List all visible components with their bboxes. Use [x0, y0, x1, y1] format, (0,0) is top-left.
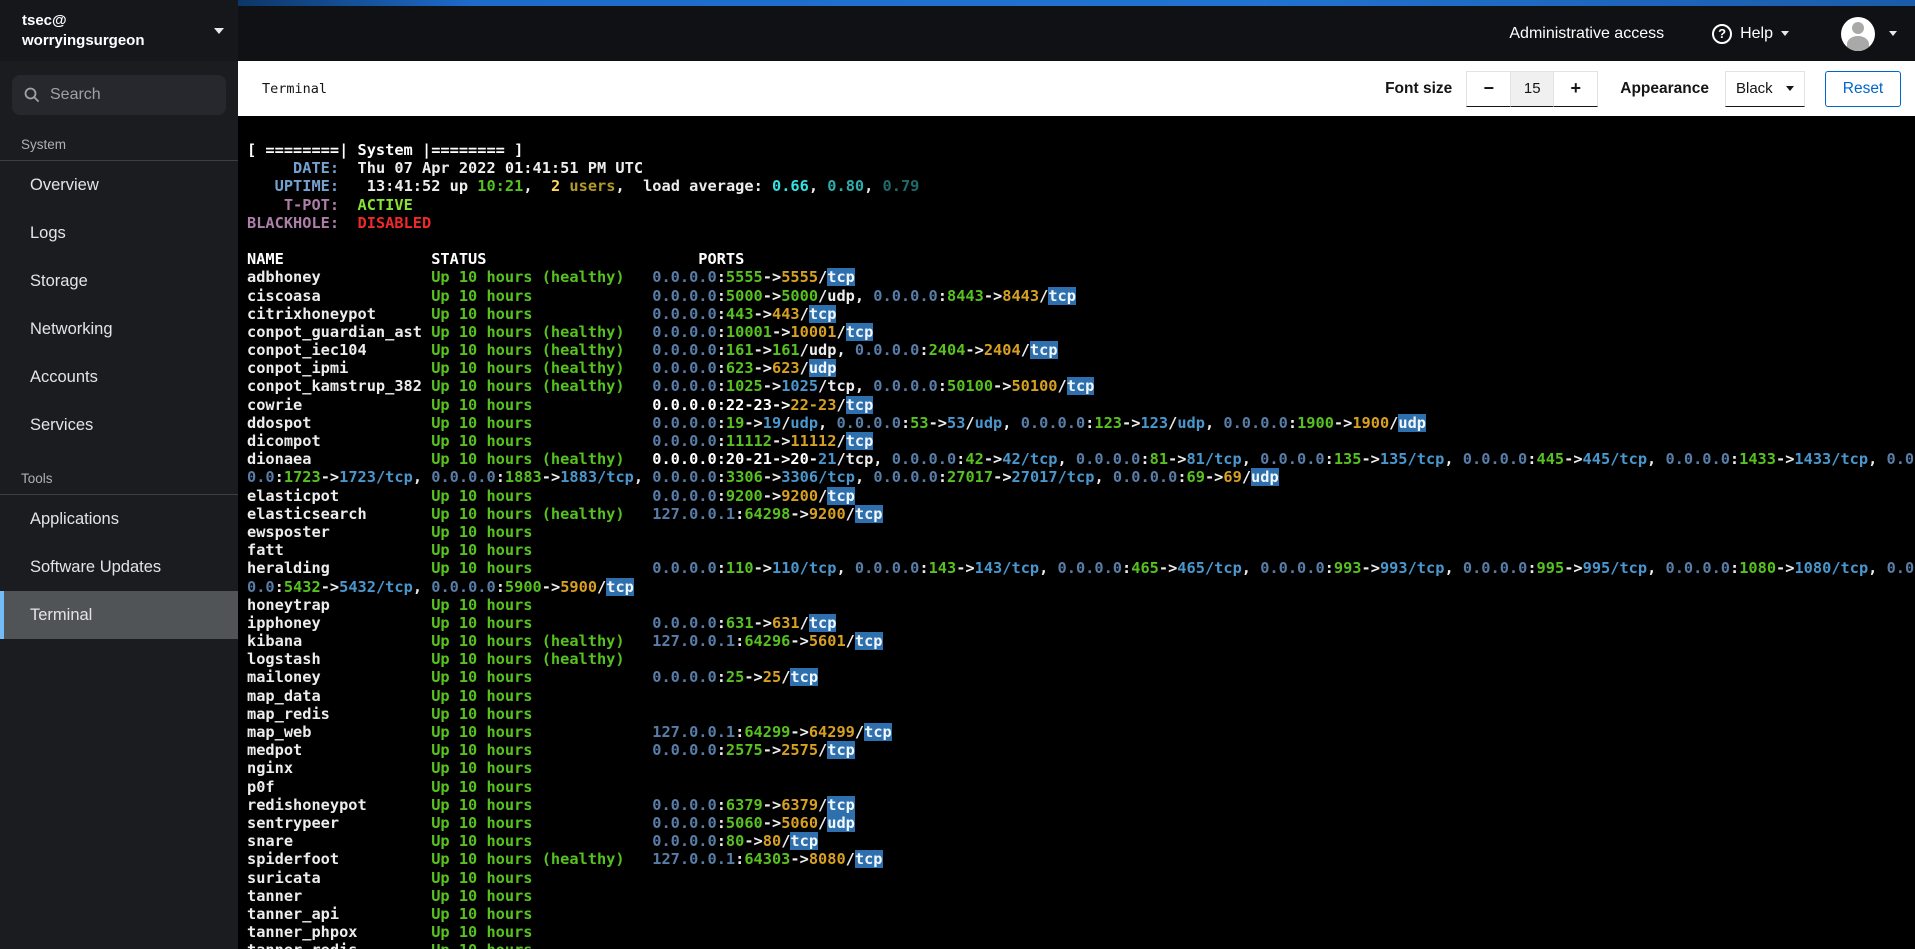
- terminal-row: mailoney Up 10 hours 0.0.0.0:25->25/tcp: [247, 668, 819, 687]
- terminal-row: ewsposter Up 10 hours: [247, 522, 653, 541]
- chevron-down-icon: [1781, 31, 1789, 36]
- search-input[interactable]: [50, 86, 200, 104]
- terminal-row: elasticsearch Up 10 hours (healthy) 127.…: [247, 504, 883, 523]
- terminal-row: ciscoasa Up 10 hours 0.0.0.0:5000->5000/…: [247, 286, 1076, 305]
- terminal-row: ddospot Up 10 hours 0.0.0.0:19->19/udp, …: [247, 413, 1427, 432]
- terminal-row: adbhoney Up 10 hours (healthy) 0.0.0.0:5…: [247, 268, 855, 287]
- terminal-info-line: UPTIME: 13:41:52 up 10:21, 2 users, load…: [247, 177, 920, 196]
- sidebar-item-logs[interactable]: Logs: [0, 209, 238, 257]
- app-root: tsec@ worryingsurgeon System OverviewLogs…: [0, 0, 1915, 949]
- sidebar-item-terminal[interactable]: Terminal: [0, 591, 238, 639]
- sidebar-item-storage[interactable]: Storage: [0, 257, 238, 305]
- terminal-row: conpot_guardian_ast Up 10 hours (healthy…: [247, 322, 874, 341]
- sidebar: tsec@ worryingsurgeon System OverviewLogs…: [0, 0, 238, 949]
- nav-section-system: System Overview Logs Storage Networking Accou…: [0, 137, 238, 449]
- terminal-info-line: T-POT: ACTIVE: [247, 195, 413, 214]
- host-name: worryingsurgeon: [22, 31, 145, 49]
- terminal-row: tanner_phpox Up 10 hours: [247, 923, 653, 942]
- session-menu[interactable]: [1841, 16, 1897, 51]
- terminal-row: kibana Up 10 hours (healthy) 127.0.0.1:6…: [247, 632, 883, 651]
- terminal-toolbar: Terminal Font size − 15 + Appearance Bla…: [238, 61, 1915, 116]
- terminal-row: tanner Up 10 hours: [247, 886, 653, 905]
- terminal-row: citrixhoneypot Up 10 hours 0.0.0.0:443->…: [247, 304, 837, 323]
- terminal-screen[interactable]: [ ========| System |======== ] DATE: Thu…: [238, 116, 1915, 949]
- sidebar-nav: System Overview Logs Storage Networking Accou…: [0, 137, 238, 639]
- terminal-row: map_redis Up 10 hours: [247, 704, 653, 723]
- terminal-info-line: BLACKHOLE: DISABLED: [247, 213, 432, 232]
- terminal-row: conpot_iec104 Up 10 hours (healthy) 0.0.…: [247, 341, 1058, 360]
- administrative-access-button[interactable]: Administrative access: [1509, 25, 1664, 43]
- terminal-row-continuation: 0.0:1723->1723/tcp, 0.0.0.0:1883->1883/t…: [247, 468, 1279, 487]
- terminal-row: map_data Up 10 hours: [247, 686, 653, 705]
- host-switcher[interactable]: tsec@ worryingsurgeon: [0, 0, 238, 61]
- terminal-row: dicompot Up 10 hours 0.0.0.0:11112->1111…: [247, 432, 874, 450]
- nav-section-label: Tools: [21, 471, 53, 486]
- terminal-row: medpot Up 10 hours 0.0.0.0:2575->2575/tc…: [247, 741, 855, 760]
- sidebar-item-software-updates[interactable]: Software Updates: [0, 543, 238, 591]
- terminal-row: ipphoney Up 10 hours 0.0.0.0:631->631/tc…: [247, 613, 837, 632]
- font-size-value: 15: [1511, 70, 1554, 107]
- terminal-row: tanner_api Up 10 hours: [247, 904, 653, 923]
- terminal-row: spiderfoot Up 10 hours (healthy) 127.0.0…: [247, 850, 883, 869]
- avatar: [1841, 16, 1875, 51]
- terminal-row: suricata Up 10 hours: [247, 868, 653, 887]
- appearance-selected-value: Black: [1736, 80, 1773, 97]
- sidebar-item-applications[interactable]: Applications: [0, 495, 238, 543]
- terminal-row: nginx Up 10 hours: [247, 759, 653, 778]
- terminal-row-continuation: 0.0:5432->5432/tcp, 0.0.0.0:5900->5900/t…: [247, 577, 634, 596]
- nav-section-label: System: [21, 137, 67, 152]
- sidebar-item-accounts[interactable]: Accounts: [0, 353, 238, 401]
- terminal-info-line: DATE: Thu 07 Apr 2022 01:41:51 PM UTC: [247, 159, 644, 178]
- masthead: Administrative access ? Help: [238, 0, 1915, 61]
- terminal-row: conpot_ipmi Up 10 hours (healthy) 0.0.0.…: [247, 359, 837, 378]
- terminal-row: tanner_redis Up 10 hours: [247, 941, 1915, 949]
- terminal-row: sentrypeer Up 10 hours 0.0.0.0:5060->506…: [247, 813, 855, 832]
- terminal-row: heralding Up 10 hours 0.0.0.0:110->110/t…: [247, 559, 1915, 578]
- terminal-row: dionaea Up 10 hours (healthy) 0.0.0.0:20…: [247, 450, 1915, 469]
- appearance-select[interactable]: Black: [1725, 70, 1805, 107]
- chevron-down-icon: [1786, 86, 1794, 91]
- terminal-banner: [ ========| System |======== ]: [247, 141, 524, 159]
- help-icon: ?: [1712, 23, 1733, 44]
- reset-button[interactable]: Reset: [1825, 70, 1901, 107]
- font-size-increase-button[interactable]: +: [1553, 70, 1599, 107]
- font-size-label: Font size: [1385, 79, 1453, 97]
- terminal-row: honeytrap Up 10 hours: [247, 595, 653, 614]
- terminal-row: cowrie Up 10 hours 0.0.0.0:22-23->22-23/…: [247, 395, 874, 414]
- chevron-down-icon: [214, 27, 224, 34]
- font-size-stepper: − 15 +: [1466, 70, 1599, 107]
- help-menu[interactable]: ? Help: [1712, 23, 1789, 44]
- appearance-label: Appearance: [1620, 79, 1709, 97]
- terminal-table-header: NAME STATUS PORTS: [247, 250, 745, 269]
- nav-section-tools: Tools Applications Software Updates Termina…: [0, 471, 238, 639]
- terminal-row: fatt Up 10 hours: [247, 541, 653, 560]
- sidebar-search[interactable]: [12, 75, 226, 115]
- font-size-decrease-button[interactable]: −: [1466, 70, 1512, 107]
- sidebar-item-networking[interactable]: Networking: [0, 305, 238, 353]
- terminal-row: snare Up 10 hours 0.0.0.0:80->80/tcp: [247, 832, 819, 851]
- terminal-row: logstash Up 10 hours (healthy): [247, 650, 653, 669]
- page-title: Terminal: [262, 80, 328, 97]
- terminal-row: elasticpot Up 10 hours 0.0.0.0:9200->920…: [247, 486, 855, 505]
- host-user: tsec@: [22, 11, 67, 29]
- help-label: Help: [1740, 24, 1773, 42]
- sidebar-item-services[interactable]: Services: [0, 401, 238, 449]
- sidebar-item-overview[interactable]: Overview: [0, 161, 238, 209]
- chevron-down-icon: [1889, 31, 1897, 36]
- terminal-row: p0f Up 10 hours: [247, 777, 653, 796]
- terminal-row: map_web Up 10 hours 127.0.0.1:64299->642…: [247, 723, 892, 741]
- terminal-row: conpot_kamstrup_382 Up 10 hours (healthy…: [247, 377, 1095, 396]
- terminal-row: redishoneypot Up 10 hours 0.0.0.0:6379->…: [247, 795, 855, 814]
- search-icon: [24, 87, 40, 103]
